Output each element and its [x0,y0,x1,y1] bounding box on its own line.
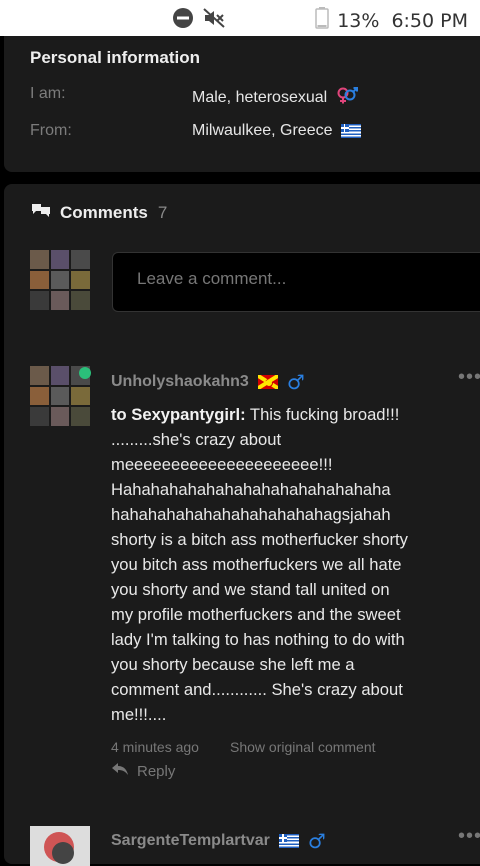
comment-text: to Sexypantygirl: This fucking broad!!! … [111,405,408,724]
male-icon: ♂ [307,829,326,853]
comments-panel: Comments 7 Leave a comment... Unholyshao… [4,184,480,866]
reply-to[interactable]: to Sexypantygirl: [111,405,246,424]
personal-info-panel: Personal information I am: Male, heteros… [4,36,480,172]
male-female-icon [335,85,359,110]
status-bar: 13% 6:50 PM [0,0,480,36]
personal-info-title: Personal information [30,48,201,67]
comment-author[interactable]: SargenteTemplartvar ♂ [111,829,326,853]
comment-author[interactable]: Unholyshaokahn3 ♂ [111,370,305,394]
comment-timestamp: 4 minutes ago [111,739,199,755]
macedonia-flag-icon [257,375,278,389]
clock: 6:50 PM [391,9,468,32]
info-value-iam: Male, heterosexual [192,85,359,110]
more-options-icon[interactable]: ••• [458,825,480,848]
info-label-iam: I am: [30,85,66,102]
comments-header: Comments 7 [30,202,167,223]
do-not-disturb-icon [172,7,194,33]
greece-flag-icon [340,124,361,138]
info-label-from: From: [30,122,72,139]
mute-icon [202,7,226,33]
my-avatar [30,250,90,310]
reply-button[interactable]: Reply [111,762,175,780]
reply-icon [111,762,129,780]
battery-level: 13% [337,9,380,32]
male-icon: ♂ [286,370,305,394]
battery-icon [315,7,329,34]
info-value-from: Milwaulkee, Greece [192,122,361,140]
avatar[interactable] [30,826,90,866]
show-original-link[interactable]: Show original comment [230,739,376,755]
comments-count: 7 [157,202,168,222]
online-status-dot [79,367,91,379]
comment-input[interactable]: Leave a comment... [112,252,480,312]
comments-title: Comments [60,202,148,222]
comments-icon [30,202,52,223]
greece-flag-icon [278,834,299,848]
more-options-icon[interactable]: ••• [458,366,480,389]
